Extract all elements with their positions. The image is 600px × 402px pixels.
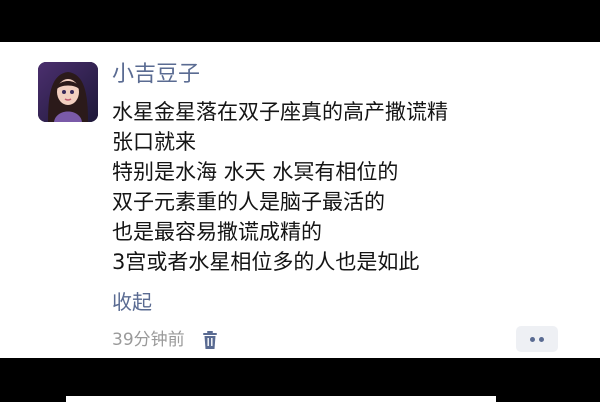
comment-line: 3宫或者水星相位多的人也是如此 (112, 250, 420, 274)
avatar[interactable] (38, 62, 98, 122)
more-button[interactable] (516, 326, 558, 352)
trash-icon[interactable] (201, 330, 219, 350)
comment-meta: 39分钟前 (112, 329, 219, 351)
more-icon (530, 336, 535, 342)
username-link[interactable]: 小吉豆子 (112, 62, 200, 88)
bottom-edge-bar (66, 396, 496, 402)
collapse-link[interactable]: 收起 (112, 289, 152, 315)
timestamp: 39分钟前 (112, 330, 185, 350)
comment-body: 水星金星落在双子座真的高产撒谎精 张口就来 特别是水海 水天 水冥有相位的 双子… (112, 97, 582, 277)
more-icon (539, 336, 544, 342)
comment-line: 也是最容易撒谎成精的 (112, 220, 322, 244)
comment-line: 张口就来 (112, 130, 196, 154)
comment-line: 水星金星落在双子座真的高产撒谎精 (112, 100, 448, 124)
comment-line: 双子元素重的人是脑子最活的 (112, 190, 385, 214)
avatar-image (38, 62, 98, 122)
comment-line: 特别是水海 水天 水冥有相位的 (112, 160, 399, 184)
comment-card: 小吉豆子 水星金星落在双子座真的高产撒谎精 张口就来 特别是水海 水天 水冥有相… (0, 42, 600, 358)
